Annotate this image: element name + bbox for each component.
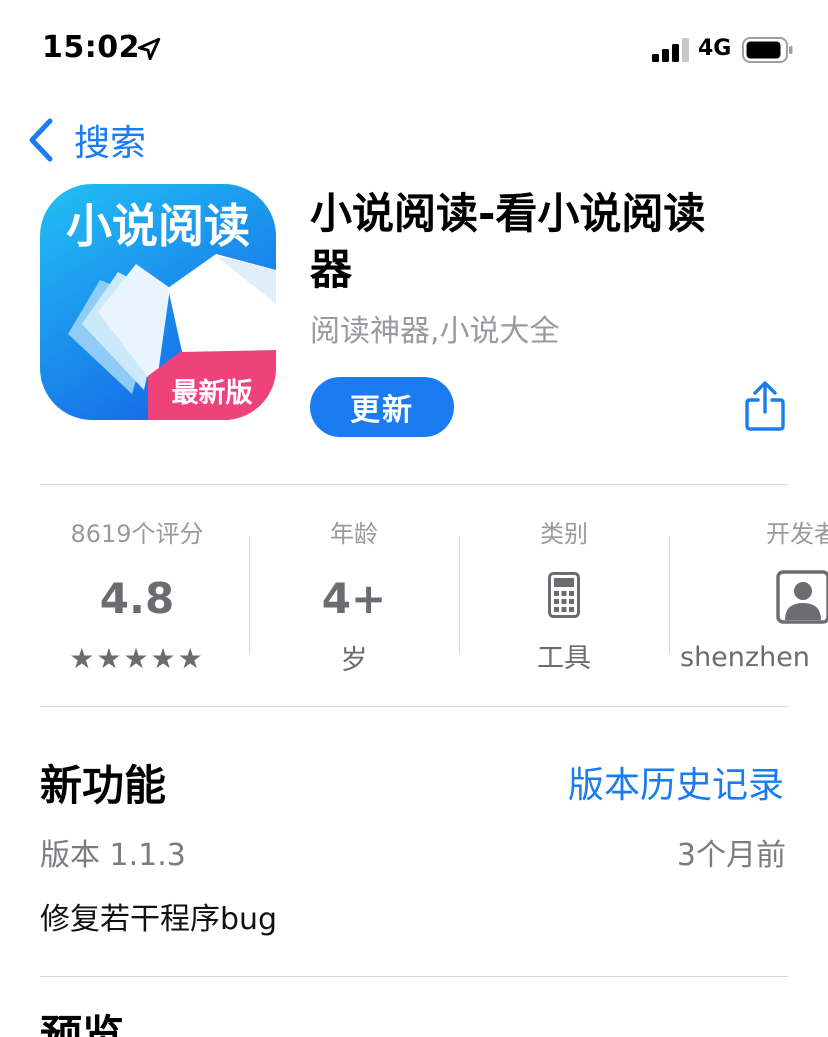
category-column[interactable]: 类别 工具 bbox=[459, 514, 669, 675]
preview-title: 预览 bbox=[40, 1011, 125, 1037]
location-arrow-icon bbox=[137, 37, 161, 61]
ratings-count: 8619个评分 bbox=[70, 520, 204, 548]
release-notes: 修复若干程序bug bbox=[40, 902, 278, 937]
app-title: 小说阅读-看小说阅读器 bbox=[310, 189, 706, 294]
app-store-page: 15:02 4G 搜索 最新版 小说阅读 小说阅读-看小说阅读器 阅读神器,小说… bbox=[0, 0, 828, 1037]
age-value: 4+ bbox=[321, 574, 387, 623]
update-button[interactable]: 更新 bbox=[310, 377, 454, 437]
back-label: 搜索 bbox=[74, 123, 147, 164]
chevron-left-icon bbox=[29, 118, 53, 162]
back-button[interactable]: 搜索 bbox=[26, 114, 146, 166]
version-label: 版本 1.1.3 bbox=[40, 838, 186, 873]
app-icon: 最新版 小说阅读 bbox=[40, 184, 276, 420]
calculator-icon bbox=[548, 572, 580, 618]
age-column: 年龄 4+ 岁 bbox=[249, 514, 459, 677]
age-unit: 岁 bbox=[340, 645, 368, 676]
whats-new-title: 新功能 bbox=[40, 761, 167, 810]
developer-label: 开发者 bbox=[766, 520, 828, 548]
battery-icon bbox=[742, 37, 793, 63]
category-value: 工具 bbox=[537, 643, 591, 674]
developer-name: shenzhen bbox=[680, 642, 810, 673]
version-history-link[interactable]: 版本历史记录 bbox=[568, 756, 784, 808]
network-type: 4G bbox=[698, 36, 732, 61]
share-icon[interactable] bbox=[744, 380, 786, 432]
cellular-signal-icon bbox=[652, 38, 689, 62]
age-label: 年龄 bbox=[330, 520, 378, 548]
info-strip: 8619个评分 4.8 ★★★★★ 年龄 4+ 岁 类别 工具 开发者 shen… bbox=[0, 514, 828, 694]
release-time-ago: 3个月前 bbox=[676, 838, 786, 873]
status-bar: 15:02 4G bbox=[0, 0, 828, 100]
divider bbox=[40, 976, 788, 977]
icon-badge-text: 最新版 bbox=[172, 377, 253, 409]
app-subtitle: 阅读神器,小说大全 bbox=[310, 314, 560, 349]
category-label: 类别 bbox=[540, 520, 588, 548]
ratings-column[interactable]: 8619个评分 4.8 ★★★★★ bbox=[32, 514, 242, 675]
status-time: 15:02 bbox=[42, 30, 140, 65]
rating-stars: ★★★★★ bbox=[69, 642, 205, 675]
column-separator bbox=[669, 536, 670, 654]
developer-column[interactable]: 开发者 shenzhen bbox=[680, 514, 828, 673]
divider bbox=[40, 706, 788, 707]
divider bbox=[40, 484, 788, 485]
developer-avatar-icon bbox=[776, 570, 828, 624]
icon-title-text: 小说阅读 bbox=[66, 199, 250, 253]
app-icon-artwork: 最新版 小说阅读 bbox=[40, 184, 276, 420]
rating-value: 4.8 bbox=[99, 574, 175, 623]
